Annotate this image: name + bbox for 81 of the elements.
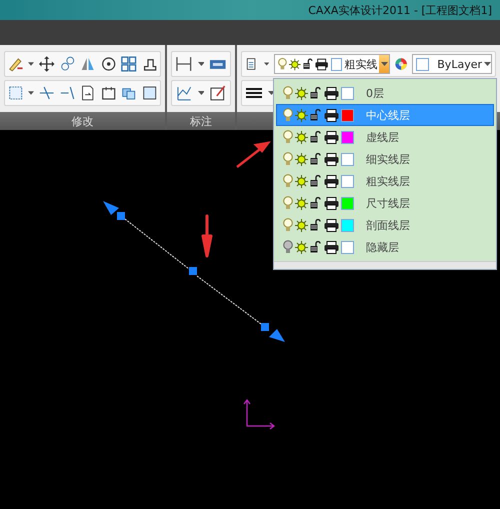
dashed-rectangle-icon[interactable]: [8, 84, 24, 102]
grip-handle[interactable]: [261, 323, 269, 331]
extend-icon[interactable]: [60, 84, 76, 102]
unlocked-padlock-icon[interactable]: [310, 219, 322, 231]
sun-icon[interactable]: [295, 108, 308, 122]
printer-icon[interactable]: [324, 240, 339, 254]
unlocked-padlock-icon[interactable]: [310, 241, 322, 253]
printer-icon[interactable]: [324, 174, 339, 188]
caret-icon[interactable]: [484, 62, 491, 66]
square-icon[interactable]: [142, 84, 157, 102]
color-dropdown[interactable]: ByLayer: [412, 54, 492, 74]
layer-list-item[interactable]: 隐藏层: [276, 236, 494, 258]
coordinate-axes-icon: [243, 399, 275, 430]
layer-list-item[interactable]: 尺寸线层: [276, 192, 494, 214]
printer-icon[interactable]: [324, 218, 339, 232]
bulb-icon[interactable]: [283, 174, 293, 188]
sun-icon[interactable]: [295, 240, 308, 254]
printer-icon[interactable]: [324, 196, 339, 210]
layer-list-item[interactable]: 粗实线层: [276, 170, 494, 192]
layer-list-item[interactable]: 虚线层: [276, 126, 494, 148]
unlocked-padlock-icon[interactable]: [310, 153, 322, 165]
bulb-icon[interactable]: [283, 86, 293, 100]
color-wheel-icon[interactable]: [395, 56, 408, 72]
group-label: 修改: [72, 114, 94, 128]
mirror-icon[interactable]: [80, 55, 96, 73]
circles-icon[interactable]: [60, 55, 76, 73]
arrowhead-icon: [269, 329, 285, 342]
caret-icon[interactable]: [380, 62, 388, 66]
annotation-arrow-icon: [202, 214, 212, 258]
bulb-icon[interactable]: [283, 130, 293, 144]
dropdown-arrow-button[interactable]: [379, 55, 390, 73]
sun-icon[interactable]: [295, 130, 308, 144]
bulb-icon[interactable]: [278, 57, 287, 71]
unlocked-padlock-icon[interactable]: [310, 197, 322, 209]
layer-list-item[interactable]: 细实线层: [276, 148, 494, 170]
caret-icon[interactable]: [264, 62, 270, 66]
sun-icon[interactable]: [295, 218, 308, 232]
sun-icon[interactable]: [295, 86, 308, 100]
document-icon[interactable]: [80, 84, 96, 102]
printer-icon[interactable]: [324, 86, 339, 100]
printer-icon[interactable]: [324, 152, 339, 166]
printer-icon[interactable]: [324, 108, 339, 122]
printer-icon[interactable]: [324, 130, 339, 144]
caret-icon[interactable]: [28, 91, 34, 95]
caret-icon[interactable]: [198, 91, 204, 95]
bulb-icon[interactable]: [283, 108, 293, 122]
bulb-icon[interactable]: [283, 240, 293, 254]
grip-handle[interactable]: [189, 267, 197, 275]
trim-icon[interactable]: [39, 84, 55, 102]
layer-color-swatch: [330, 58, 342, 70]
unlocked-padlock-icon[interactable]: [302, 58, 314, 70]
window-title: CAXA实体设计2011 - [工程图文档1]: [308, 2, 492, 18]
unlocked-padlock-icon[interactable]: [310, 109, 322, 121]
bulb-icon[interactable]: [283, 196, 293, 210]
printer-icon[interactable]: [315, 58, 329, 70]
sun-icon[interactable]: [295, 196, 308, 210]
annotation-arrow-icon: [236, 142, 270, 168]
pencil-icon[interactable]: [8, 55, 24, 73]
sun-icon[interactable]: [295, 152, 308, 166]
sun-icon[interactable]: [288, 58, 301, 70]
unlocked-padlock-icon[interactable]: [310, 131, 322, 143]
unlocked-padlock-icon[interactable]: [310, 87, 322, 99]
color-swatch: [416, 58, 430, 70]
sun-icon[interactable]: [295, 174, 308, 188]
grid-icon[interactable]: [121, 55, 137, 73]
arrowhead-icon: [103, 201, 119, 215]
line-segment[interactable]: [196, 276, 262, 324]
resize-grip[interactable]: [274, 261, 496, 269]
dimension-icon[interactable]: [175, 55, 193, 73]
bulb-icon[interactable]: [283, 218, 293, 232]
group-label: 标注: [190, 114, 212, 128]
bulb-icon[interactable]: [283, 152, 293, 166]
grip-handle[interactable]: [117, 212, 125, 220]
layer-list-item[interactable]: 剖面线层: [276, 214, 494, 236]
layer-dropdown[interactable]: 粗实线: [274, 54, 390, 74]
move-icon[interactable]: [39, 55, 55, 73]
caret-icon[interactable]: [198, 62, 204, 66]
edit-note-icon[interactable]: [209, 84, 227, 102]
circle-dot-icon[interactable]: [100, 55, 116, 73]
unlocked-padlock-icon[interactable]: [310, 175, 322, 187]
caret-icon[interactable]: [28, 62, 34, 66]
